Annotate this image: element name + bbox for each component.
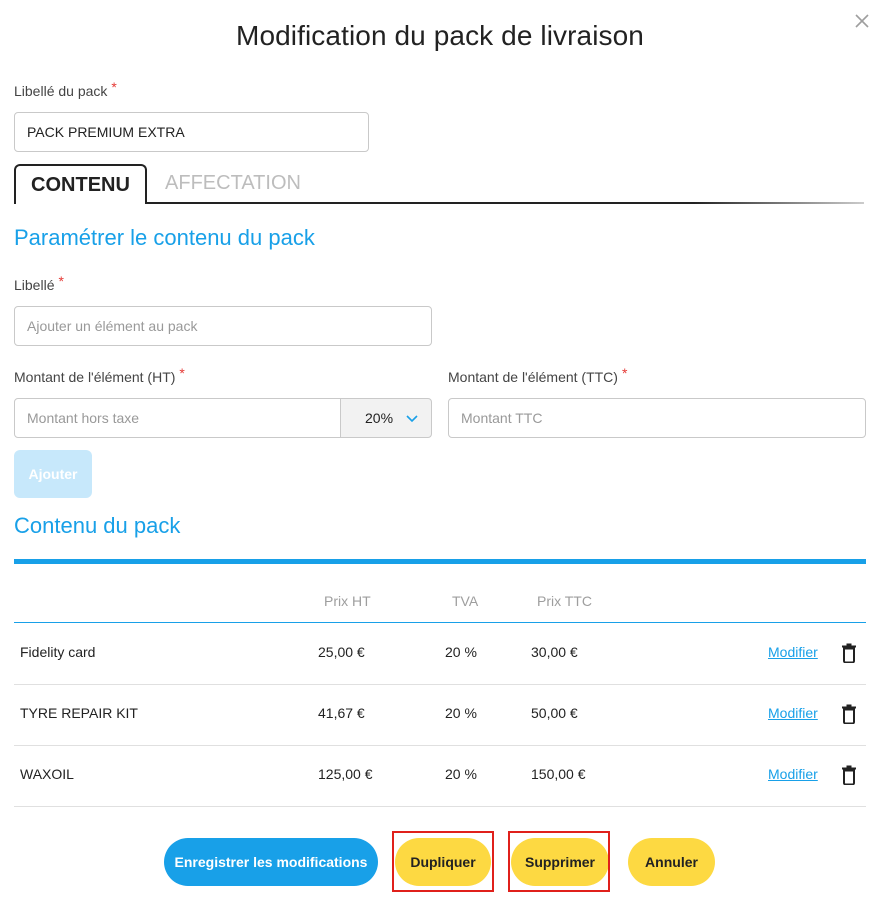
- edit-pack-modal: Modification du pack de livraison Libell…: [0, 0, 872, 910]
- ttc-label: Montant de l'élément (TTC) *: [448, 365, 627, 385]
- modify-link[interactable]: Modifier: [768, 644, 818, 660]
- row-name: TYRE REPAIR KIT: [20, 705, 138, 721]
- row-price-ttc: 150,00 €: [531, 766, 586, 782]
- pack-name-value: PACK PREMIUM EXTRA: [27, 124, 185, 140]
- row-price-ht: 25,00 €: [318, 644, 365, 660]
- element-label-placeholder: Ajouter un élément au pack: [27, 318, 198, 334]
- pack-label: Libellé du pack *: [14, 79, 117, 99]
- required-mark: *: [179, 365, 185, 381]
- tab-affectation[interactable]: AFFECTATION: [160, 164, 306, 202]
- ttc-amount-input[interactable]: Montant TTC: [448, 398, 866, 438]
- required-mark: *: [111, 79, 117, 95]
- cancel-button[interactable]: Annuler: [628, 838, 715, 886]
- row-tva: 20 %: [445, 766, 477, 782]
- row-tva: 20 %: [445, 705, 477, 721]
- ht-label-text: Montant de l'élément (HT): [14, 369, 176, 385]
- add-element-button[interactable]: Ajouter: [14, 450, 92, 498]
- ttc-amount-placeholder: Montant TTC: [461, 410, 543, 426]
- row-name: Fidelity card: [20, 644, 96, 660]
- ht-label: Montant de l'élément (HT) *: [14, 365, 185, 385]
- pack-name-input[interactable]: PACK PREMIUM EXTRA: [14, 112, 369, 152]
- table-row: TYRE REPAIR KIT 41,67 € 20 % 50,00 € Mod…: [14, 684, 866, 746]
- chevron-down-icon: [406, 415, 418, 423]
- trash-icon[interactable]: [841, 704, 857, 724]
- trash-icon[interactable]: [841, 765, 857, 785]
- column-header-prix-ht: Prix HT: [324, 593, 371, 609]
- vat-select[interactable]: 20%: [340, 398, 432, 438]
- content-settings-title: Paramétrer le contenu du pack: [14, 225, 315, 250]
- table-row: Fidelity card 25,00 € 20 % 30,00 € Modif…: [14, 623, 866, 685]
- row-price-ttc: 30,00 €: [531, 644, 578, 660]
- element-label-input[interactable]: Ajouter un élément au pack: [14, 306, 432, 346]
- save-changes-button[interactable]: Enregistrer les modifications: [164, 838, 378, 886]
- required-mark: *: [621, 365, 628, 381]
- modify-link[interactable]: Modifier: [768, 766, 818, 782]
- highlight-box-duplicate: [392, 831, 494, 892]
- required-mark: *: [58, 273, 64, 289]
- close-icon[interactable]: [853, 12, 871, 30]
- highlight-box-delete: [508, 831, 610, 892]
- modal-title: Modification du pack de livraison: [236, 20, 644, 51]
- trash-icon[interactable]: [841, 643, 857, 663]
- row-name: WAXOIL: [20, 766, 74, 782]
- column-header-tva: TVA: [452, 593, 479, 609]
- table-row: WAXOIL 125,00 € 20 % 150,00 € Modifier: [14, 745, 866, 807]
- pack-label-text: Libellé du pack: [14, 83, 108, 99]
- ht-amount-input[interactable]: Montant hors taxe: [14, 398, 342, 438]
- ttc-label-text: Montant de l'élément (TTC): [448, 369, 618, 385]
- column-header-prix-ttc: Prix TTC: [537, 593, 592, 609]
- pack-content-title: Contenu du pack: [14, 513, 181, 538]
- vat-selected-value: 20%: [365, 410, 394, 426]
- tab-contenu[interactable]: CONTENU: [14, 164, 147, 204]
- section-divider: [14, 559, 866, 564]
- libelle-label: Libellé *: [14, 273, 64, 293]
- modify-link[interactable]: Modifier: [768, 705, 818, 721]
- row-tva: 20 %: [445, 644, 477, 660]
- ht-amount-placeholder: Montant hors taxe: [27, 410, 140, 426]
- row-price-ttc: 50,00 €: [531, 705, 578, 721]
- row-price-ht: 125,00 €: [318, 766, 373, 782]
- row-price-ht: 41,67 €: [318, 705, 365, 721]
- libelle-label-text: Libellé: [14, 277, 55, 293]
